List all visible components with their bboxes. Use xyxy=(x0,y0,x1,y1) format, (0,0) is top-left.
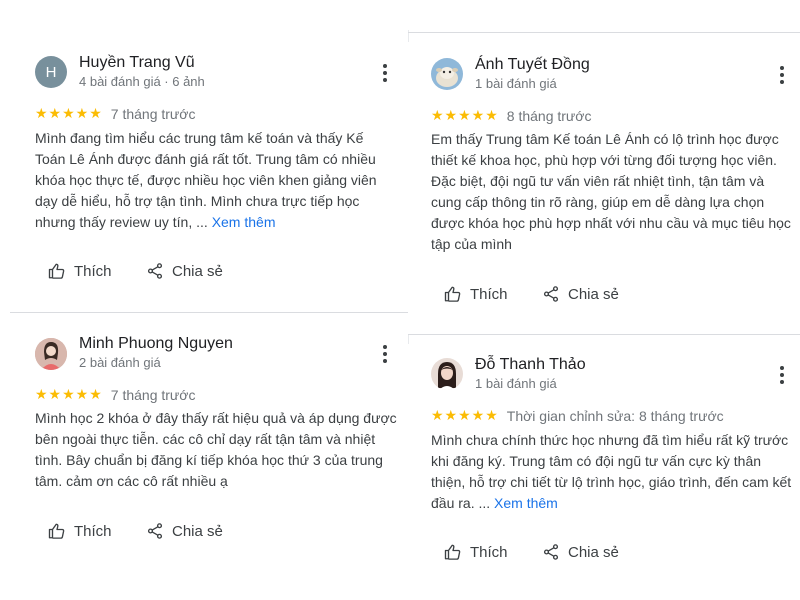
star-rating: ★★★★★ xyxy=(431,107,499,123)
like-button[interactable]: Thích xyxy=(444,285,508,303)
share-button[interactable]: Chia sẻ xyxy=(542,543,619,561)
reviewer-meta: 1 bài đánh giá xyxy=(475,376,557,391)
share-icon xyxy=(543,544,559,560)
share-label: Chia sẻ xyxy=(568,285,619,303)
star-rating: ★★★★★ xyxy=(35,105,103,121)
more-options-icon[interactable] xyxy=(774,65,790,85)
rating-row: ★★★★★ 7 tháng trước xyxy=(35,105,195,122)
reviewer-meta: 2 bài đánh giá xyxy=(79,355,161,370)
review-card: Minh Phuong Nguyen 2 bài đánh giá ★★★★★ … xyxy=(10,322,408,592)
reviewer-name[interactable]: Huyền Trang Vũ xyxy=(79,54,195,72)
avatar[interactable] xyxy=(35,338,67,370)
avatar[interactable]: H xyxy=(35,56,67,88)
review-time: 7 tháng trước xyxy=(110,386,196,403)
reviewer-name[interactable]: Minh Phuong Nguyen xyxy=(79,335,233,353)
avatar-photo-icon xyxy=(35,338,67,370)
review-card: Ánh Tuyết Đồng 1 bài đánh giá ★★★★★ 8 th… xyxy=(408,42,800,334)
see-more-link[interactable]: Xem thêm xyxy=(212,214,276,230)
review-text: Em thấy Trung tâm Kế toán Lê Ánh có lộ t… xyxy=(431,129,791,255)
see-more-link[interactable]: Xem thêm xyxy=(494,495,558,511)
more-options-icon[interactable] xyxy=(377,63,393,83)
rating-row: ★★★★★ 7 tháng trước xyxy=(35,386,195,403)
share-button[interactable]: Chia sẻ xyxy=(146,262,223,280)
avatar-letter: H xyxy=(45,63,57,81)
reviewer-name[interactable]: Ánh Tuyết Đồng xyxy=(475,56,590,74)
more-options-icon[interactable] xyxy=(377,344,393,364)
like-label: Thích xyxy=(74,522,112,540)
avatar[interactable] xyxy=(431,58,463,90)
share-button[interactable]: Chia sẻ xyxy=(542,285,619,303)
rating-row: ★★★★★ Thời gian chỉnh sửa: 8 tháng trước xyxy=(431,407,724,424)
review-text-content: Mình học 2 khóa ở đây thấy rất hiệu quả … xyxy=(35,410,397,489)
share-label: Chia sẻ xyxy=(172,262,223,280)
share-icon xyxy=(147,523,163,539)
thumbs-up-icon xyxy=(444,544,461,560)
review-text-content: Mình chưa chính thức học nhưng đã tìm hi… xyxy=(431,432,792,511)
like-label: Thích xyxy=(74,262,112,280)
star-rating: ★★★★★ xyxy=(35,386,103,402)
thumbs-up-icon xyxy=(48,523,65,539)
review-time: 7 tháng trước xyxy=(110,105,196,122)
more-options-icon[interactable] xyxy=(774,365,790,385)
like-button[interactable]: Thích xyxy=(48,522,112,540)
star-rating: ★★★★★ xyxy=(431,407,499,423)
thumbs-up-icon xyxy=(444,286,461,302)
share-icon xyxy=(147,263,163,279)
review-text-content: Em thấy Trung tâm Kế toán Lê Ánh có lộ t… xyxy=(431,131,791,252)
review-text: Mình đang tìm hiểu các trung tâm kế toán… xyxy=(35,128,393,233)
share-button[interactable]: Chia sẻ xyxy=(146,522,223,540)
share-label: Chia sẻ xyxy=(568,543,619,561)
like-button[interactable]: Thích xyxy=(444,543,508,561)
review-text: Mình học 2 khóa ở đây thấy rất hiệu quả … xyxy=(35,408,397,492)
reviewer-meta: 4 bài đánh giá · 6 ảnh xyxy=(79,74,205,89)
review-time: Thời gian chỉnh sửa: 8 tháng trước xyxy=(506,407,724,424)
row-divider-right xyxy=(408,334,800,335)
avatar-photo-icon xyxy=(431,358,463,390)
share-label: Chia sẻ xyxy=(172,522,223,540)
share-icon xyxy=(543,286,559,302)
like-label: Thích xyxy=(470,285,508,303)
like-label: Thích xyxy=(470,543,508,561)
review-card: H Huyền Trang Vũ 4 bài đánh giá · 6 ảnh … xyxy=(10,40,408,312)
reviewer-name[interactable]: Đỗ Thanh Thảo xyxy=(475,356,586,374)
review-card: Đỗ Thanh Thảo 1 bài đánh giá ★★★★★ Thời … xyxy=(408,344,800,594)
avatar[interactable] xyxy=(431,358,463,390)
thumbs-up-icon xyxy=(48,263,65,279)
row-divider-left xyxy=(10,312,408,313)
like-button[interactable]: Thích xyxy=(48,262,112,280)
top-divider-right xyxy=(408,32,800,33)
review-text: Mình chưa chính thức học nhưng đã tìm hi… xyxy=(431,430,793,514)
reviewer-meta: 1 bài đánh giá xyxy=(475,76,557,91)
rating-row: ★★★★★ 8 tháng trước xyxy=(431,107,591,124)
avatar-photo-icon xyxy=(431,58,463,90)
review-time: 8 tháng trước xyxy=(506,107,592,124)
review-text-content: Mình đang tìm hiểu các trung tâm kế toán… xyxy=(35,130,377,230)
